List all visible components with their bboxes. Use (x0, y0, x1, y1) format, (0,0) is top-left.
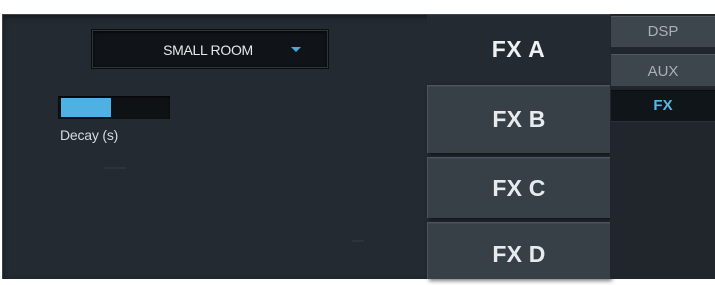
decay-label: Decay (s) (60, 127, 119, 143)
side-tab-aux[interactable]: AUX (611, 54, 715, 87)
tab-fx-a[interactable]: FX A (427, 15, 610, 84)
tab-fx-c[interactable]: FX C (427, 157, 610, 218)
divider (352, 240, 364, 242)
mixer-fx-window: SMALL ROOM Decay (s) FX A FX B FX C FX D… (0, 0, 715, 279)
side-tab-fx[interactable]: FX (611, 90, 715, 122)
preset-dropdown[interactable]: SMALL ROOM (92, 30, 328, 68)
cropped-header-strip (0, 0, 715, 14)
divider (104, 167, 126, 169)
chevron-down-icon (291, 47, 301, 52)
decay-slider[interactable] (58, 96, 170, 119)
preset-dropdown-value: SMALL ROOM (163, 42, 253, 58)
tab-fx-d[interactable]: FX D (427, 222, 610, 279)
side-tab-dsp[interactable]: DSP (611, 16, 715, 48)
decay-slider-fill (61, 98, 111, 117)
tab-fx-b[interactable]: FX B (427, 85, 610, 153)
